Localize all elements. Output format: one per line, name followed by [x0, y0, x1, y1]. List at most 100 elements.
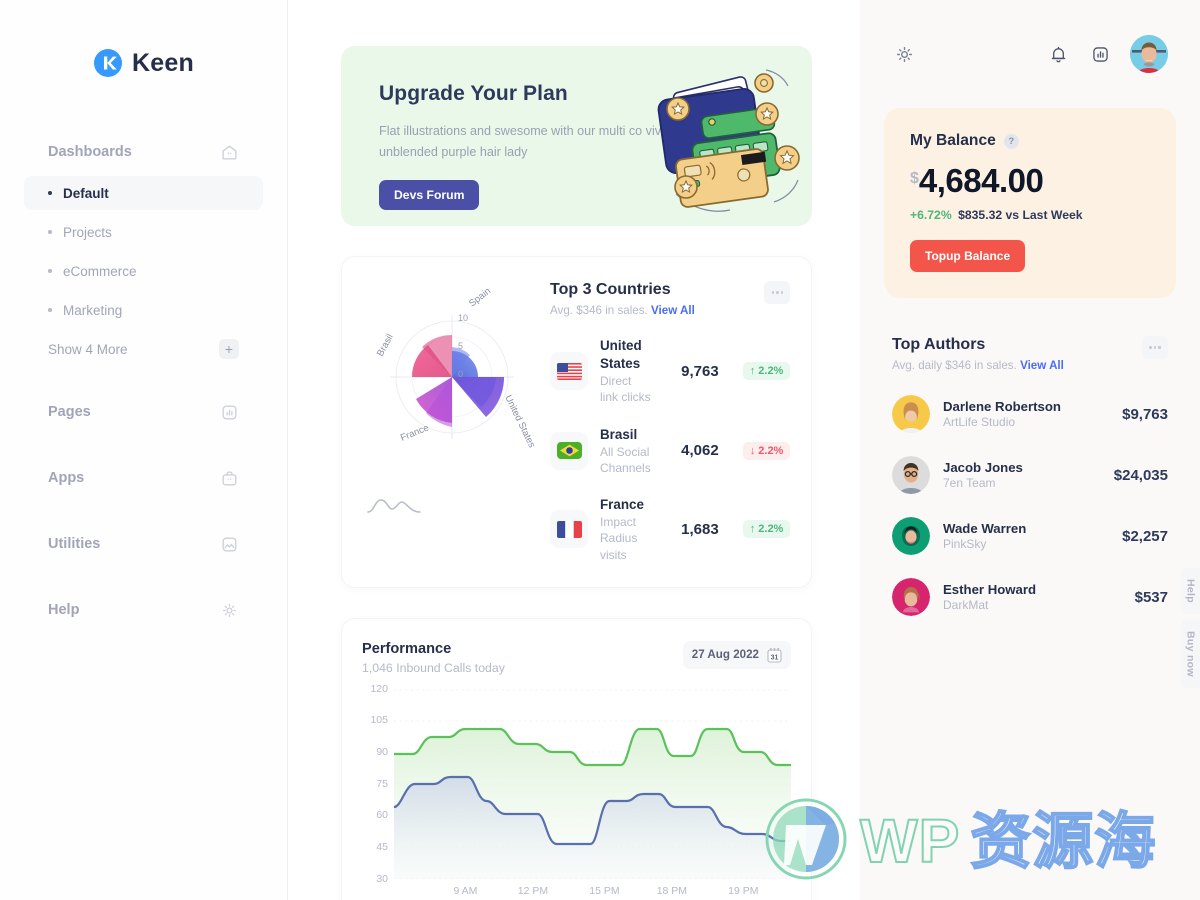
balance-vs-text: $835.32 vs Last Week: [958, 208, 1083, 222]
user-avatar[interactable]: [1130, 35, 1168, 73]
list-item[interactable]: Esther Howard DarkMat $537: [892, 578, 1168, 616]
date-picker-value: 27 Aug 2022: [691, 648, 759, 662]
sidebar-item-apps[interactable]: Apps: [24, 458, 263, 498]
y-tick: 75: [376, 777, 388, 790]
balance-card: My Balance ? $ 4,684.00 +6.72% $835.32 v…: [884, 108, 1176, 298]
show-more-button[interactable]: Show 4 More +: [24, 332, 263, 366]
performance-title: Performance: [362, 640, 452, 657]
devs-forum-button[interactable]: Devs Forum: [379, 179, 480, 210]
show-more-label: Show 4 More: [48, 341, 128, 357]
avatar: [892, 517, 930, 555]
help-tab[interactable]: Help: [1181, 568, 1200, 614]
more-options-icon[interactable]: [764, 281, 791, 304]
country-name: United States: [600, 338, 642, 372]
buy-now-tab[interactable]: Buy now: [1181, 619, 1200, 688]
x-tick: 18 PM: [656, 884, 688, 897]
sidebar-label-utilities: Utilities: [48, 536, 101, 552]
sidebar-item-default[interactable]: Default: [24, 176, 263, 210]
status-badge: ↑ 2.2%: [742, 520, 791, 539]
status-badge: ↑ 2.2%: [742, 362, 791, 381]
svg-text:0: 0: [458, 369, 463, 379]
briefcase-icon: [220, 469, 239, 488]
author-amount: $24,035: [1113, 466, 1168, 484]
avatar: [892, 456, 930, 494]
sidebar-item-utilities[interactable]: Utilities: [24, 524, 263, 564]
balance-percent: +6.72%: [910, 208, 952, 222]
more-options-icon[interactable]: [1142, 336, 1168, 359]
bullet-icon: [48, 230, 52, 234]
bullet-icon: [48, 308, 52, 312]
svg-text:United States: United States: [502, 393, 537, 449]
sidebar-item-projects[interactable]: Projects: [24, 215, 263, 249]
brand-name: Keen: [132, 48, 194, 77]
sidebar-label-help: Help: [48, 602, 80, 618]
topbar: [884, 0, 1176, 108]
plus-icon[interactable]: +: [219, 339, 239, 359]
sidebar-item-pages[interactable]: Pages: [24, 392, 263, 432]
sidebar-item-marketing[interactable]: Marketing: [24, 293, 263, 327]
countries-view-all-link[interactable]: View All: [651, 304, 695, 317]
sidebar-label-apps: Apps: [48, 470, 85, 486]
sidebar-label-marketing: Marketing: [63, 302, 123, 318]
balance-value: 4,684.00: [918, 162, 1044, 199]
author-amount: $537: [1134, 588, 1168, 606]
table-row[interactable]: France Impact Radius visits 1,683 ↑ 2.2%: [550, 496, 791, 563]
right-panel: My Balance ? $ 4,684.00 +6.72% $835.32 v…: [860, 0, 1200, 900]
svg-text:Brasil: Brasil: [375, 332, 396, 358]
upgrade-banner: Upgrade Your Plan Flat illustrations and…: [341, 46, 812, 226]
svg-text:Spain: Spain: [467, 286, 493, 310]
avatar: [892, 395, 930, 433]
area-chart-svg: [393, 689, 791, 879]
author-team: 7en Team: [943, 476, 996, 490]
edge-tabs: Help Buy now: [1181, 568, 1200, 694]
avatar: [892, 578, 930, 616]
list-item[interactable]: Darlene Robertson ArtLife Studio $9,763: [892, 395, 1168, 433]
list-item[interactable]: Jacob Jones 7en Team $24,035: [892, 456, 1168, 494]
flag-brasil: [550, 431, 588, 470]
question-mark-icon[interactable]: ?: [1003, 133, 1019, 149]
list-item[interactable]: Wade Warren PinkSky $2,257: [892, 517, 1168, 555]
table-row[interactable]: Brasil All Social Channels 4,062 ↓ 2.2%: [550, 426, 791, 476]
y-tick: 45: [376, 840, 388, 853]
svg-text:31: 31: [771, 654, 779, 661]
sidebar-label-ecommerce: eCommerce: [63, 263, 137, 279]
chart-bar-icon[interactable]: [1088, 42, 1112, 66]
sidebar-item-help[interactable]: Help: [24, 590, 263, 630]
y-tick: 90: [376, 745, 388, 758]
image-icon: [220, 535, 239, 554]
authors-view-all-link[interactable]: View All: [1020, 359, 1064, 372]
brand[interactable]: Keen: [0, 40, 287, 86]
svg-text:5: 5: [458, 341, 463, 351]
sparkline-icon: [366, 494, 550, 521]
sidebar-sublist-dashboards: Default Projects eCommerce Marketing Sho…: [24, 176, 263, 366]
y-tick: 60: [376, 809, 388, 822]
bell-icon[interactable]: [1046, 42, 1070, 66]
table-row[interactable]: United States Direct link clicks 9,763 ↑…: [550, 337, 791, 406]
y-axis: 120 105 90 75 60 45 30: [362, 683, 388, 885]
country-change: 2.2%: [758, 365, 784, 378]
topup-balance-button[interactable]: Topup Balance: [910, 240, 1026, 272]
author-team: ArtLife Studio: [943, 415, 1016, 429]
home-icon: [220, 143, 239, 162]
author-amount: $2,257: [1122, 527, 1168, 545]
sidebar-label-default: Default: [63, 185, 109, 201]
balance-currency: $: [910, 170, 919, 187]
sidebar-label-projects: Projects: [63, 224, 112, 240]
x-tick: 9 AM: [453, 884, 478, 897]
country-desc: All Social Channels: [600, 444, 651, 475]
authors-title: Top Authors: [892, 336, 986, 353]
balance-amount: $ 4,684.00: [910, 164, 1150, 197]
author-amount: $9,763: [1122, 405, 1168, 423]
authors-header: Top Authors Avg. daily $346 in sales. Vi…: [892, 336, 1168, 372]
performance-card: Performance 1,046 Inbound Calls today 27…: [341, 617, 812, 900]
gear-icon[interactable]: [892, 42, 916, 66]
author-name: Jacob Jones: [943, 460, 1023, 475]
performance-chart: 120 105 90 75 60 45 30 9 AM 12 PM 15 PM …: [362, 683, 791, 900]
country-value: 1,683: [681, 520, 719, 538]
sidebar-item-ecommerce[interactable]: eCommerce: [24, 254, 263, 288]
y-tick: 30: [376, 872, 388, 885]
date-picker-button[interactable]: 27 Aug 2022 31: [682, 640, 791, 669]
sidebar-item-dashboards[interactable]: Dashboards: [24, 132, 263, 172]
main-content: Upgrade Your Plan Flat illustrations and…: [288, 0, 860, 900]
flag-united-states: [550, 352, 588, 391]
